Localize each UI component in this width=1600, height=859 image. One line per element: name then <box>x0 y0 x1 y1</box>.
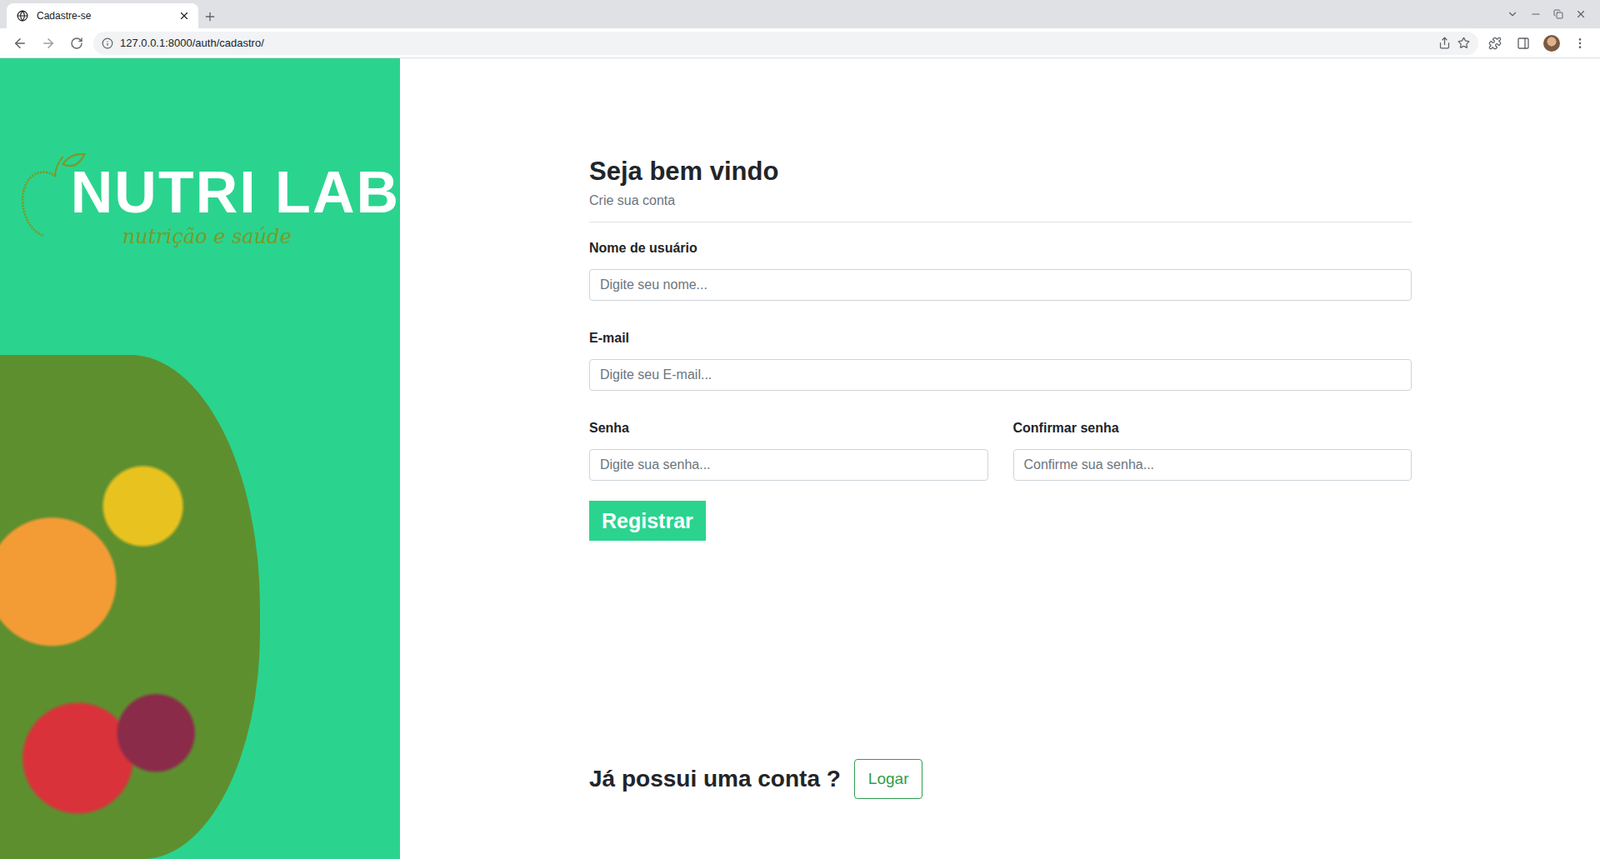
extensions-button[interactable] <box>1483 31 1507 55</box>
browser-tab[interactable]: Cadastre-se <box>6 3 199 29</box>
side-panel-button[interactable] <box>1511 31 1535 55</box>
side-panel-icon <box>1516 36 1530 50</box>
address-bar-row: 127.0.0.1:8000/auth/cadastro/ <box>0 28 1600 59</box>
field-label: Senha <box>589 420 989 436</box>
password-field: Senha <box>589 420 989 481</box>
field-label: Nome de usuário <box>589 240 1412 256</box>
register-button[interactable]: Registrar <box>589 500 706 541</box>
back-button[interactable] <box>8 31 32 55</box>
brand-panel: NUTRI LAB nutrição e saúde <box>0 58 400 859</box>
login-question: Já possui uma conta ? <box>589 765 841 793</box>
minimize-icon[interactable] <box>1530 8 1542 20</box>
signup-form: Seja bem vindo Crie sua conta Nome de usuá… <box>589 155 1412 541</box>
reload-icon <box>70 36 84 50</box>
logo-title: NUTRI LAB <box>70 163 400 222</box>
login-button[interactable]: Logar <box>854 759 924 800</box>
heading: Seja bem vindo <box>589 155 1412 187</box>
logo: NUTRI LAB nutrição e saúde <box>0 131 400 257</box>
url-text: 127.0.0.1:8000/auth/cadastro/ <box>120 36 1432 50</box>
avatar-icon <box>1543 35 1560 52</box>
puzzle-icon <box>1488 36 1502 50</box>
tab-strip: Cadastre-se <box>0 0 1600 29</box>
field-label: E-mail <box>589 330 1412 346</box>
logo-tagline: nutrição e saúde <box>122 225 400 249</box>
forward-button[interactable] <box>36 31 60 55</box>
password-row: Senha Confirmar senha <box>589 420 1412 511</box>
address-bar[interactable]: 127.0.0.1:8000/auth/cadastro/ <box>93 31 1479 55</box>
chevron-down-icon[interactable] <box>1506 8 1519 20</box>
login-prompt: Já possui uma conta ? Logar <box>589 759 1600 800</box>
text-input[interactable] <box>1013 449 1413 481</box>
profile-button[interactable] <box>1540 31 1564 55</box>
plus-icon <box>203 10 217 24</box>
restore-icon[interactable] <box>1553 9 1564 20</box>
field-label: Confirmar senha <box>1013 420 1413 436</box>
menu-dots-icon <box>1573 36 1587 50</box>
menu-button[interactable] <box>1568 31 1592 55</box>
food-photo <box>0 355 260 859</box>
form-field: E-mail <box>589 330 1412 391</box>
text-input[interactable] <box>589 269 1412 301</box>
info-icon[interactable] <box>101 37 114 50</box>
window-controls <box>1506 0 1600 29</box>
arrow-left-icon <box>12 35 28 51</box>
arrow-right-icon <box>40 35 56 51</box>
close-window-icon[interactable] <box>1575 8 1587 20</box>
page: NUTRI LAB nutrição e saúde Seja bem vindo C… <box>0 58 1600 859</box>
reload-button[interactable] <box>65 31 89 55</box>
subheading: Crie sua conta <box>589 193 1412 209</box>
share-icon[interactable] <box>1438 36 1451 50</box>
form-field: Nome de usuário <box>589 240 1412 301</box>
browser-window: Cadastre-se 127.0.0.1:8000/auth/cadastro/… <box>0 0 1600 859</box>
password-field: Confirmar senha <box>1013 420 1413 481</box>
new-tab-button[interactable] <box>198 5 222 29</box>
divider <box>589 221 1412 223</box>
star-icon[interactable] <box>1457 36 1470 50</box>
close-icon[interactable] <box>178 10 190 22</box>
text-input[interactable] <box>589 449 989 481</box>
text-input[interactable] <box>589 359 1412 391</box>
globe-icon <box>16 10 29 22</box>
content: Seja bem vindo Crie sua conta Nome de usuá… <box>400 58 1600 859</box>
